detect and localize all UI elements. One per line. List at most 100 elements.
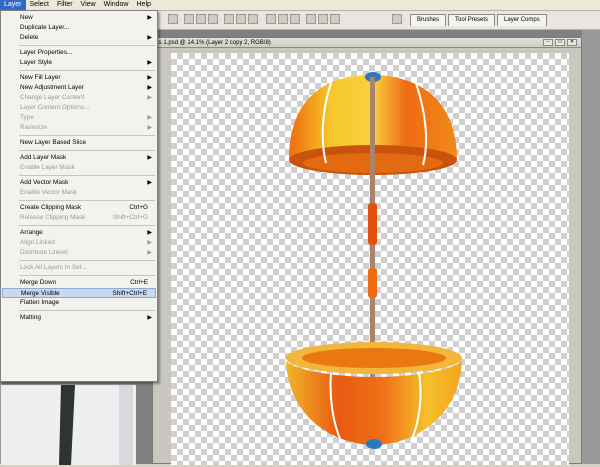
distribute-left-icon[interactable]: [306, 14, 316, 24]
menu-item-label: Rasterize: [20, 124, 47, 131]
menu-item-align-linked: Align Linked ▶: [2, 238, 156, 248]
bottom-cap: [366, 439, 382, 449]
window-controls: – ▭ ✕: [543, 39, 577, 46]
distribute-middle-icon[interactable]: [278, 14, 288, 24]
palette-well-icon[interactable]: [392, 14, 402, 24]
document-title-text: ts 1.psd @ 14.1% (Layer 2 copy 2, RGB/8): [157, 40, 271, 46]
submenu-arrow-icon: ▶: [147, 115, 152, 121]
menu-item-label: Lock All Layers In Set...: [20, 264, 87, 271]
align-top-icon[interactable]: [184, 14, 194, 24]
menu-item-change-layer-content: Change Layer Content ▶: [2, 93, 156, 103]
menu-separator: [19, 200, 155, 201]
right-panel-area: [582, 30, 600, 464]
menu-item-layer-style[interactable]: Layer Style ▶: [2, 58, 156, 68]
menu-item-create-clipping-mask[interactable]: Create Clipping Mask Ctrl+G: [2, 203, 156, 213]
menu-separator: [19, 45, 155, 46]
minimize-button[interactable]: –: [543, 39, 553, 46]
submenu-arrow-icon: ▶: [147, 15, 152, 21]
tab-layer-comps[interactable]: Layer Comps: [497, 14, 547, 26]
menu-item-merge-down[interactable]: Merge Down Ctrl+E: [2, 278, 156, 288]
distribute-bottom-icon[interactable]: [290, 14, 300, 24]
menu-item-add-layer-mask[interactable]: Add Layer Mask ▶: [2, 153, 156, 163]
rod-segment-lower: [368, 268, 377, 298]
menu-item-label: New Layer Based Slice: [20, 139, 87, 146]
document-window: ts 1.psd @ 14.1% (Layer 2 copy 2, RGB/8)…: [152, 37, 582, 465]
menu-item-new-adjustment-layer[interactable]: New Adjustment Layer ▶: [2, 83, 156, 93]
menu-item-new-layer-based-slice[interactable]: New Layer Based Slice: [2, 138, 156, 148]
align-middle-icon[interactable]: [196, 14, 206, 24]
menu-item-label: Release Clipping Mask: [20, 214, 86, 221]
maximize-button[interactable]: ▭: [555, 39, 565, 46]
align-right-icon[interactable]: [248, 14, 258, 24]
menu-item-label: Add Layer Mask: [20, 154, 67, 161]
submenu-arrow-icon: ▶: [147, 75, 152, 81]
align-left-icon[interactable]: [224, 14, 234, 24]
menu-item-label: Flatten Image: [20, 299, 60, 306]
menu-item-shortcut: Shift+Ctrl+G: [112, 214, 148, 221]
menu-item-label: Align Linked: [20, 239, 55, 246]
menu-item-label: New: [20, 14, 33, 21]
menu-item-new[interactable]: New ▶: [2, 13, 156, 23]
menu-item-label: Delete: [20, 34, 39, 41]
submenu-arrow-icon: ▶: [147, 95, 152, 101]
menu-view[interactable]: View: [77, 0, 100, 10]
menu-item-label: Type: [20, 114, 34, 121]
menu-help[interactable]: Help: [133, 0, 155, 10]
menu-window[interactable]: Window: [100, 0, 133, 10]
menu-item-label: New Fill Layer: [20, 74, 61, 81]
menu-item-label: Create Clipping Mask: [20, 204, 82, 211]
menu-item-matting[interactable]: Matting ▶: [2, 313, 156, 323]
menu-item-layer-properties[interactable]: Layer Properties...: [2, 48, 156, 58]
menu-item-arrange[interactable]: Arrange ▶: [2, 228, 156, 238]
document-title[interactable]: ts 1.psd @ 14.1% (Layer 2 copy 2, RGB/8): [153, 38, 581, 48]
menu-item-distribute-linked: Distribute Linked ▶: [2, 248, 156, 258]
menu-item-label: Enable Vector Mask: [20, 189, 77, 196]
photo-thumbnail: [1, 385, 136, 465]
menu-item-label: Arrange: [20, 229, 43, 236]
distribute-right-icon[interactable]: [330, 14, 340, 24]
menu-item-rasterize: Rasterize ▶: [2, 123, 156, 133]
menu-item-label: Layer Style: [20, 59, 52, 66]
menu-item-flatten-image[interactable]: Flatten Image: [2, 298, 156, 308]
submenu-arrow-icon: ▶: [147, 35, 152, 41]
menu-item-shortcut: Ctrl+E: [130, 279, 148, 286]
menu-item-label: Merge Down: [20, 279, 57, 286]
align-center-icon[interactable]: [236, 14, 246, 24]
menu-item-add-vector-mask[interactable]: Add Vector Mask ▶: [2, 178, 156, 188]
menu-item-shortcut: Ctrl+G: [129, 204, 148, 211]
menu-filter[interactable]: Filter: [53, 0, 77, 10]
menu-item-label: New Adjustment Layer: [20, 84, 84, 91]
distribute-top-icon[interactable]: [266, 14, 276, 24]
menu-item-enable-vector-mask: Enable Vector Mask: [2, 188, 156, 198]
menu-separator: [19, 275, 155, 276]
image-canvas[interactable]: [171, 53, 569, 465]
menu-item-duplicate-layer[interactable]: Duplicate Layer...: [2, 23, 156, 33]
menu-item-label: Enable Layer Mask: [20, 164, 75, 171]
menu-item-layer-content-options: Layer Content Options...: [2, 103, 156, 113]
transform-icon[interactable]: [168, 14, 178, 24]
menu-separator: [19, 70, 155, 71]
close-button[interactable]: ✕: [567, 39, 577, 46]
tab-brushes[interactable]: Brushes: [410, 14, 447, 26]
distribute-center-icon[interactable]: [318, 14, 328, 24]
submenu-arrow-icon: ▶: [147, 125, 152, 131]
align-bottom-icon[interactable]: [208, 14, 218, 24]
menu-item-merge-visible[interactable]: Merge Visible Shift+Ctrl+E: [2, 288, 156, 298]
menu-item-delete[interactable]: Delete ▶: [2, 33, 156, 43]
menu-separator: [19, 150, 155, 151]
menu-item-label: Distribute Linked: [20, 249, 68, 256]
submenu-arrow-icon: ▶: [147, 180, 152, 186]
menu-item-label: Matting: [20, 314, 41, 321]
left-photo-panel: [0, 384, 136, 465]
menu-separator: [19, 175, 155, 176]
submenu-arrow-icon: ▶: [147, 250, 152, 256]
menu-separator: [19, 260, 155, 261]
menu-item-enable-layer-mask: Enable Layer Mask: [2, 163, 156, 173]
submenu-arrow-icon: ▶: [147, 155, 152, 161]
menu-layer[interactable]: Layer: [0, 0, 26, 10]
tab-tool-presets[interactable]: Tool Presets: [448, 14, 496, 26]
submenu-arrow-icon: ▶: [147, 315, 152, 321]
menu-select[interactable]: Select: [26, 0, 53, 10]
menu-item-release-clipping-mask: Release Clipping Mask Shift+Ctrl+G: [2, 213, 156, 223]
menu-item-new-fill-layer[interactable]: New Fill Layer ▶: [2, 73, 156, 83]
